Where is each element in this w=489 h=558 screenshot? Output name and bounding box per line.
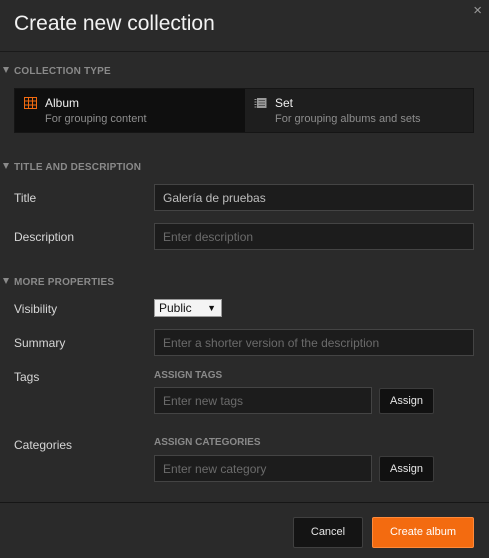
- section-more-properties-label: MORE PROPERTIES: [14, 277, 115, 288]
- album-description: For grouping content: [45, 113, 147, 125]
- title-label: Title: [14, 191, 37, 205]
- assign-categories-button[interactable]: Assign: [379, 456, 434, 482]
- collection-type-selector: Album For grouping content Set For group…: [14, 88, 474, 133]
- visibility-label: Visibility: [14, 302, 58, 316]
- tags-input[interactable]: [154, 387, 372, 414]
- set-description: For grouping albums and sets: [275, 113, 421, 125]
- collapse-triangle-icon: [3, 278, 9, 284]
- section-title-description[interactable]: TITLE AND DESCRIPTION: [3, 162, 141, 173]
- section-collection-type[interactable]: COLLECTION TYPE: [3, 66, 111, 77]
- description-label: Description: [14, 230, 75, 244]
- categories-input[interactable]: [154, 455, 372, 482]
- description-input[interactable]: [154, 223, 474, 250]
- summary-label: Summary: [14, 336, 66, 350]
- section-collection-type-label: COLLECTION TYPE: [14, 66, 111, 77]
- album-label: Album: [45, 96, 80, 110]
- assign-tags-button[interactable]: Assign: [379, 388, 434, 414]
- collection-type-set[interactable]: Set For grouping albums and sets: [245, 89, 473, 132]
- assign-categories-heading: ASSIGN CATEGORIES: [154, 437, 261, 448]
- dialog-header: Create new collection ×: [0, 0, 489, 52]
- assign-tags-heading: ASSIGN TAGS: [154, 370, 223, 381]
- collapse-triangle-icon: [3, 67, 9, 73]
- set-label: Set: [275, 96, 294, 110]
- close-icon[interactable]: ×: [473, 3, 482, 19]
- visibility-selected-value: Public: [159, 301, 192, 315]
- summary-input[interactable]: [154, 329, 474, 356]
- create-collection-dialog: Create new collection × COLLECTION TYPE …: [0, 0, 489, 558]
- collection-type-album[interactable]: Album For grouping content: [15, 89, 245, 132]
- dialog-title: Create new collection: [14, 12, 215, 35]
- set-icon: [254, 98, 267, 108]
- album-icon: [24, 97, 37, 109]
- title-input[interactable]: [154, 184, 474, 211]
- collapse-triangle-icon: [3, 163, 9, 169]
- tags-label: Tags: [14, 370, 40, 384]
- dropdown-caret-icon: ▼: [207, 303, 216, 313]
- cancel-button[interactable]: Cancel: [293, 517, 363, 548]
- categories-label: Categories: [14, 438, 73, 452]
- section-more-properties[interactable]: MORE PROPERTIES: [3, 277, 114, 288]
- visibility-select[interactable]: Public ▼: [154, 299, 222, 317]
- section-title-description-label: TITLE AND DESCRIPTION: [14, 162, 142, 173]
- create-album-button[interactable]: Create album: [372, 517, 474, 548]
